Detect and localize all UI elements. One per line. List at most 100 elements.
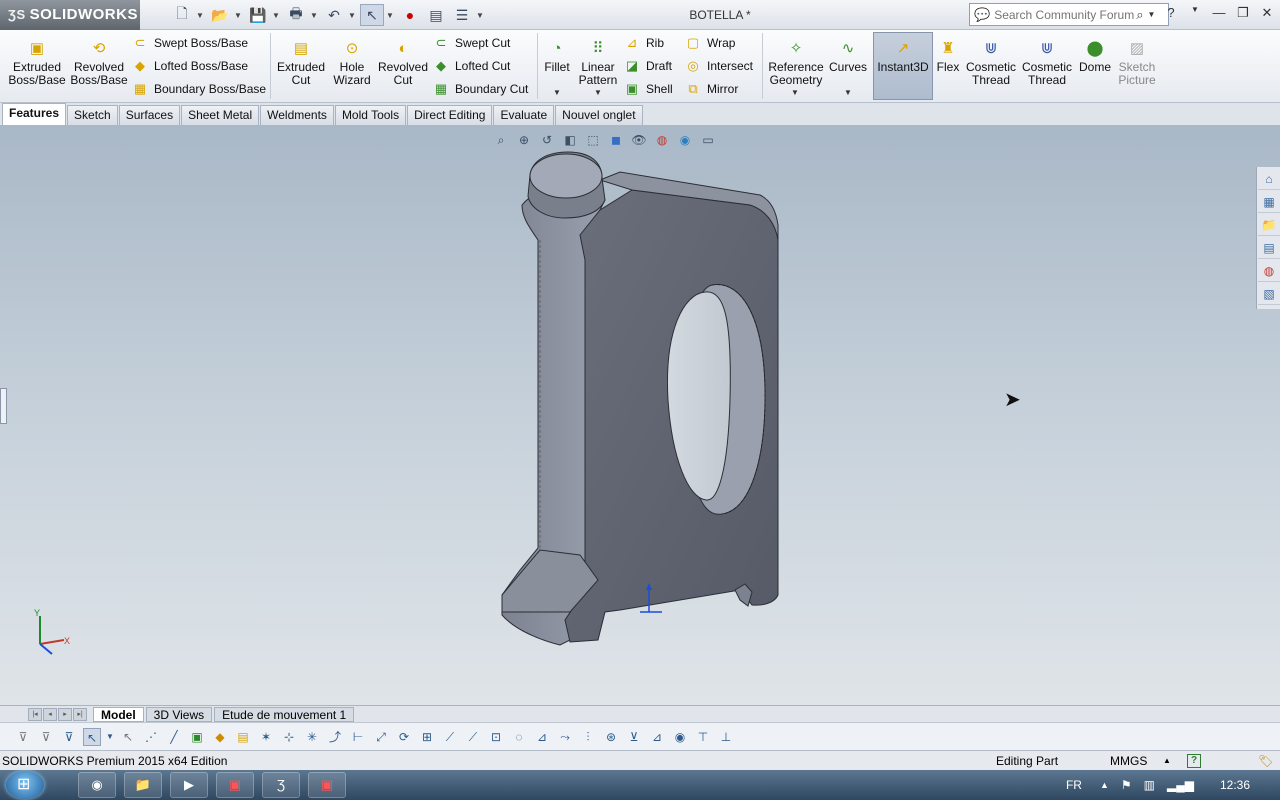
hide-show-items-icon[interactable]: 👁 [630,133,648,149]
undo-dropdown-arrow[interactable]: ▼ [348,4,358,26]
design-library-icon[interactable]: ▦ [1258,191,1280,213]
rebuild-traffic-light-icon[interactable]: ● [398,4,422,26]
boundary-boss-button[interactable]: ▦ Boundary Boss/Base [132,79,266,99]
save-icon[interactable]: 💾 [246,4,270,26]
filter-axes-icon[interactable]: ✶ [257,728,275,746]
flex-button[interactable]: ♜ Flex [934,38,962,74]
instant3d-button[interactable]: ↗ Instant3D [874,38,932,74]
search-community-forum[interactable]: 💬 ⌕ ▼ [969,3,1169,26]
units-dropdown-arrow[interactable]: ▲ [1163,751,1171,771]
mirror-button[interactable]: ⧉ Mirror [685,79,738,99]
filter-weld-symbols-icon[interactable]: ⊿ [533,728,551,746]
draft-button[interactable]: ◪ Draft [624,56,672,76]
reference-geometry-button[interactable]: ✧ Reference Geometry [766,38,826,87]
graphics-area[interactable]: ⌕ ⊕ ↺ ◧ ⬚ ◼ 👁 ◍ ◉ ▭ ◂ ▸ — ❐ ✕ ⌂ ▦ 📁 ▤ ◍ … [0,125,1280,705]
apply-scene-icon[interactable]: ◉ [676,133,694,149]
file-explorer-icon[interactable]: 📁 [1258,214,1280,236]
tab-sketch[interactable]: Sketch [67,105,118,125]
filter-clear-icon[interactable]: ⊽ [37,728,55,746]
tag-icon[interactable]: 🏷 [1258,751,1273,771]
view-palette-icon[interactable]: ▤ [1258,237,1280,259]
action-center-flag-icon[interactable]: ⚑ [1121,778,1132,792]
prev-tab-arrow-icon[interactable]: ◂ [43,707,57,721]
status-units[interactable]: MMGS [1110,751,1147,771]
selection-dropdown-arrow[interactable]: ▼ [106,728,114,746]
open-dropdown-arrow[interactable]: ▼ [234,4,244,26]
tab-surfaces[interactable]: Surfaces [118,105,181,125]
rib-button[interactable]: ⊿ Rib [624,33,664,53]
solidworks-edrawings-icon[interactable]: ▣ [308,772,346,798]
filter-routing-points-icon[interactable]: ◉ [671,728,689,746]
filter-mid-surface-icon[interactable]: ⊤ [694,728,712,746]
new-document-icon[interactable]: 🗋 [170,4,194,26]
filter-weld-beads-icon[interactable]: ⊥ [717,728,735,746]
magnetic-select-icon[interactable]: ↖ [119,728,137,746]
zoom-to-fit-icon[interactable]: ⌕ [492,133,510,149]
section-view-icon[interactable]: ◧ [561,133,579,149]
linear-pattern-dropdown-arrow[interactable]: ▼ [594,88,602,97]
filter-blocks-icon[interactable]: ⊛ [602,728,620,746]
display-style-icon[interactable]: ◼ [607,133,625,149]
select-pointer-icon[interactable]: ↖ [360,4,384,26]
filter-planes-icon[interactable]: ⊹ [280,728,298,746]
boundary-cut-button[interactable]: ▦ Boundary Cut [433,79,529,99]
extruded-boss-button[interactable]: ▣ Extruded Boss/Base [8,38,66,87]
filter-sketch-points-icon[interactable]: ✳ [303,728,321,746]
restore-icon[interactable]: ❐ [1234,5,1252,21]
signal-icon[interactable]: ▂▄▆ [1167,778,1194,792]
extruded-cut-button[interactable]: ▤ Extruded Cut [274,38,328,87]
intersect-button[interactable]: ◎ Intersect [685,56,753,76]
quick-tips-icon[interactable]: ? [1187,754,1201,768]
tab-features[interactable]: Features [2,103,67,125]
revolved-boss-button[interactable]: ⟲ Revolved Boss/Base [70,38,128,87]
filter-connection-points-icon[interactable]: ⊿ [648,728,666,746]
filter-toggle-icon[interactable]: ⊽ [60,728,78,746]
tab-model[interactable]: Model [93,706,144,722]
shell-button[interactable]: ▣ Shell [624,79,673,99]
filter-faces-icon[interactable]: ▣ [188,728,206,746]
filter-datum-features-icon[interactable]: ◌ [510,728,528,746]
swept-cut-button[interactable]: ⊂ Swept Cut [433,33,511,53]
dome-button[interactable]: ⬤ Dome [1076,38,1114,74]
file-properties-icon[interactable]: ▤ [424,4,448,26]
save-dropdown-arrow[interactable]: ▼ [272,4,282,26]
filter-centerline-icon[interactable]: ⟳ [395,728,413,746]
lofted-cut-button[interactable]: ◆ Lofted Cut [433,56,510,76]
custom-properties-icon[interactable]: ▧ [1258,283,1280,305]
select-dropdown-arrow[interactable]: ▼ [386,4,396,26]
tab-direct-editing[interactable]: Direct Editing [407,105,493,125]
filter-midpoints-icon[interactable]: ⊢ [349,728,367,746]
curves-dropdown-arrow[interactable]: ▼ [844,88,852,97]
filter-notes-icon[interactable]: ⊡ [487,728,505,746]
search-input[interactable] [994,7,1137,22]
fillet-dropdown-arrow[interactable]: ▼ [553,88,561,97]
filter-dowel-pin-icon[interactable]: ⊻ [625,728,643,746]
filter-geometric-tolerances-icon[interactable]: ⟋ [464,728,482,746]
wrap-button[interactable]: ▢ Wrap [685,33,736,53]
tab-nouvel-onglet[interactable]: Nouvel onglet [555,105,643,125]
last-tab-arrow-icon[interactable]: ▸| [73,707,87,721]
edit-appearance-icon[interactable]: ◍ [653,133,671,149]
options-dropdown-arrow[interactable]: ▼ [476,4,486,26]
open-folder-icon[interactable]: 📂 [208,4,232,26]
search-dropdown-arrow[interactable]: ▼ [1147,10,1155,19]
reference-geometry-dropdown-arrow[interactable]: ▼ [791,88,799,97]
filter-edges-icon[interactable]: ╱ [165,728,183,746]
tray-expand-icon[interactable]: ▲ [1100,780,1109,790]
options-icon[interactable]: ☰ [450,4,474,26]
viewport-close-icon[interactable]: ✕ [1261,125,1270,126]
feature-manager-expand-handle[interactable] [0,388,7,424]
start-button[interactable] [6,771,44,799]
tab-sheet-metal[interactable]: Sheet Metal [181,105,260,125]
help-dropdown-arrow[interactable]: ▼ [1186,5,1204,21]
print-dropdown-arrow[interactable]: ▼ [310,4,320,26]
sketch-picture-button[interactable]: ▨ Sketch Picture [1114,38,1160,87]
solidworks-2015-icon[interactable]: ▣ [216,772,254,798]
view-settings-icon[interactable]: ▭ [699,133,717,149]
close-icon[interactable]: ✕ [1258,5,1276,21]
viewport-next-icon[interactable]: ▸ [1210,125,1216,126]
solidworks-resources-icon[interactable]: ⌂ [1258,168,1280,190]
search-icon[interactable]: ⌕ [1136,7,1143,23]
revolved-cut-button[interactable]: ◐ Revolved Cut [376,38,430,87]
network-icon[interactable]: ▥ [1144,778,1155,792]
